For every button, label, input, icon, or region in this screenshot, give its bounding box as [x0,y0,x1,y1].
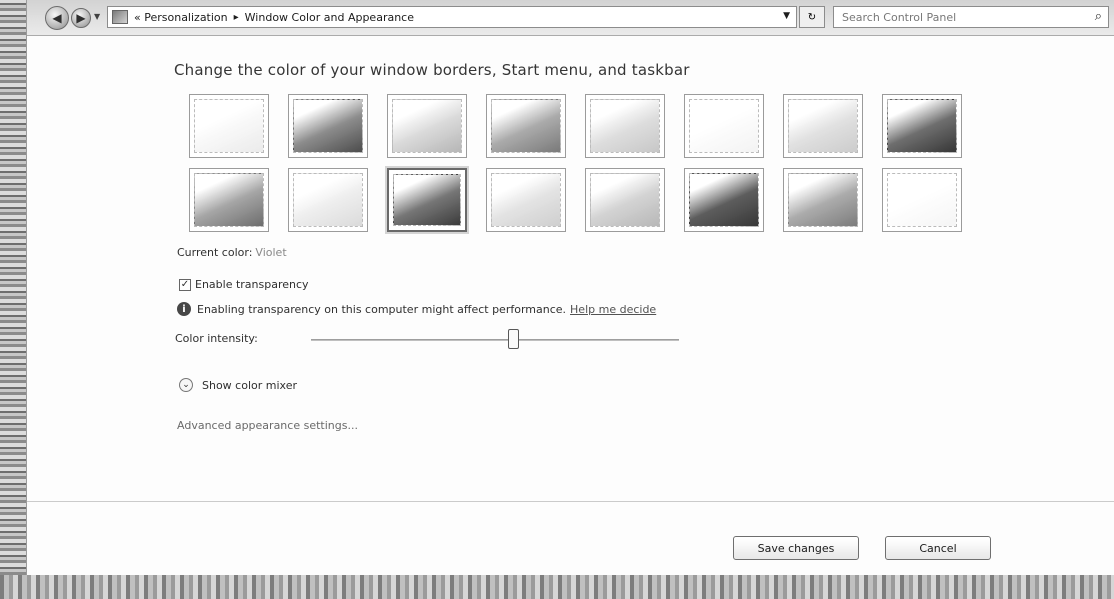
enable-transparency-checkbox[interactable]: ✓ [179,278,191,291]
address-box[interactable]: « Personalization ▸ Window Color and App… [107,6,797,28]
search-placeholder: Search Control Panel [842,10,957,24]
swatch-9[interactable] [189,168,269,232]
main-content: Change the color of your window borders,… [27,36,1114,575]
control-panel-window: ◀ ▶ ▼ « Personalization ▸ Window Color a… [26,0,1114,575]
swatch-color-fill [491,173,561,227]
info-icon: i [177,302,191,316]
page-title: Change the color of your window borders,… [174,61,690,79]
footer-divider [27,501,1114,502]
swatch-11[interactable] [387,168,467,232]
swatch-color-fill [689,99,759,153]
address-bar-row: ◀ ▶ ▼ « Personalization ▸ Window Color a… [27,0,1114,36]
enable-transparency-row[interactable]: ✓ Enable transparency [179,278,309,291]
swatch-color-fill [590,99,660,153]
color-intensity-slider-thumb[interactable] [508,329,520,349]
advanced-appearance-link[interactable]: Advanced appearance settings... [177,419,358,432]
swatch-15[interactable] [783,168,863,232]
swatch-7[interactable] [783,94,863,158]
swatch-1[interactable] [189,94,269,158]
transparency-info-text: Enabling transparency on this computer m… [197,302,567,316]
swatch-8[interactable] [882,94,962,158]
control-panel-icon [112,10,128,24]
swatch-10[interactable] [288,168,368,232]
swatch-2[interactable] [288,94,368,158]
swatch-3[interactable] [387,94,467,158]
show-color-mixer-label[interactable]: Show color mixer [202,379,297,392]
cancel-button[interactable]: Cancel [885,536,991,560]
current-color-value: Violet [255,246,287,259]
swatch-color-fill [393,174,461,226]
search-input[interactable]: Search Control Panel ⌕ [833,6,1109,28]
search-icon[interactable]: ⌕ [1095,9,1102,24]
transparency-info-row: i Enabling transparency on this computer… [177,302,656,316]
swatch-color-fill [590,173,660,227]
swatch-color-fill [788,173,858,227]
swatch-12[interactable] [486,168,566,232]
arrow-left-icon: ◀ [52,11,62,25]
refresh-icon: ↻ [807,11,817,23]
breadcrumb-personalization[interactable]: « Personalization [134,11,228,24]
back-button[interactable]: ◀ [45,6,69,30]
swatch-color-fill [194,99,264,153]
desktop-left-strip [0,0,26,599]
swatch-color-fill [788,99,858,153]
swatch-color-fill [491,99,561,153]
current-color-row: Current color: Violet [177,246,287,259]
recent-pages-dropdown[interactable]: ▼ [94,12,100,21]
swatch-color-fill [887,99,957,153]
swatch-4[interactable] [486,94,566,158]
help-me-decide-link[interactable]: Help me decide [570,303,656,316]
show-color-mixer-row[interactable]: ⌄ Show color mixer [179,378,297,392]
save-changes-button[interactable]: Save changes [733,536,859,560]
swatch-color-fill [293,173,363,227]
color-intensity-slider-track[interactable] [311,339,679,341]
taskbar-strip [0,575,1114,599]
breadcrumb-separator-icon: ▸ [233,11,239,23]
refresh-button[interactable]: ↻ [799,6,825,28]
swatch-color-fill [887,173,957,227]
swatch-color-fill [392,99,462,153]
swatch-6[interactable] [684,94,764,158]
swatch-14[interactable] [684,168,764,232]
swatch-16[interactable] [882,168,962,232]
chevron-down-icon[interactable]: ⌄ [179,378,193,392]
arrow-right-icon: ▶ [76,11,86,25]
breadcrumb-window-color[interactable]: Window Color and Appearance [245,11,414,24]
swatch-color-fill [689,173,759,227]
forward-button[interactable]: ▶ [71,8,91,28]
color-intensity-label: Color intensity: [175,332,258,345]
current-color-label: Current color: [177,246,253,259]
address-dropdown-icon[interactable]: ▼ [783,11,790,21]
swatch-color-fill [293,99,363,153]
swatch-13[interactable] [585,168,665,232]
swatch-color-fill [194,173,264,227]
checkmark-icon: ✓ [180,279,190,290]
swatch-5[interactable] [585,94,665,158]
enable-transparency-label[interactable]: Enable transparency [195,278,309,291]
